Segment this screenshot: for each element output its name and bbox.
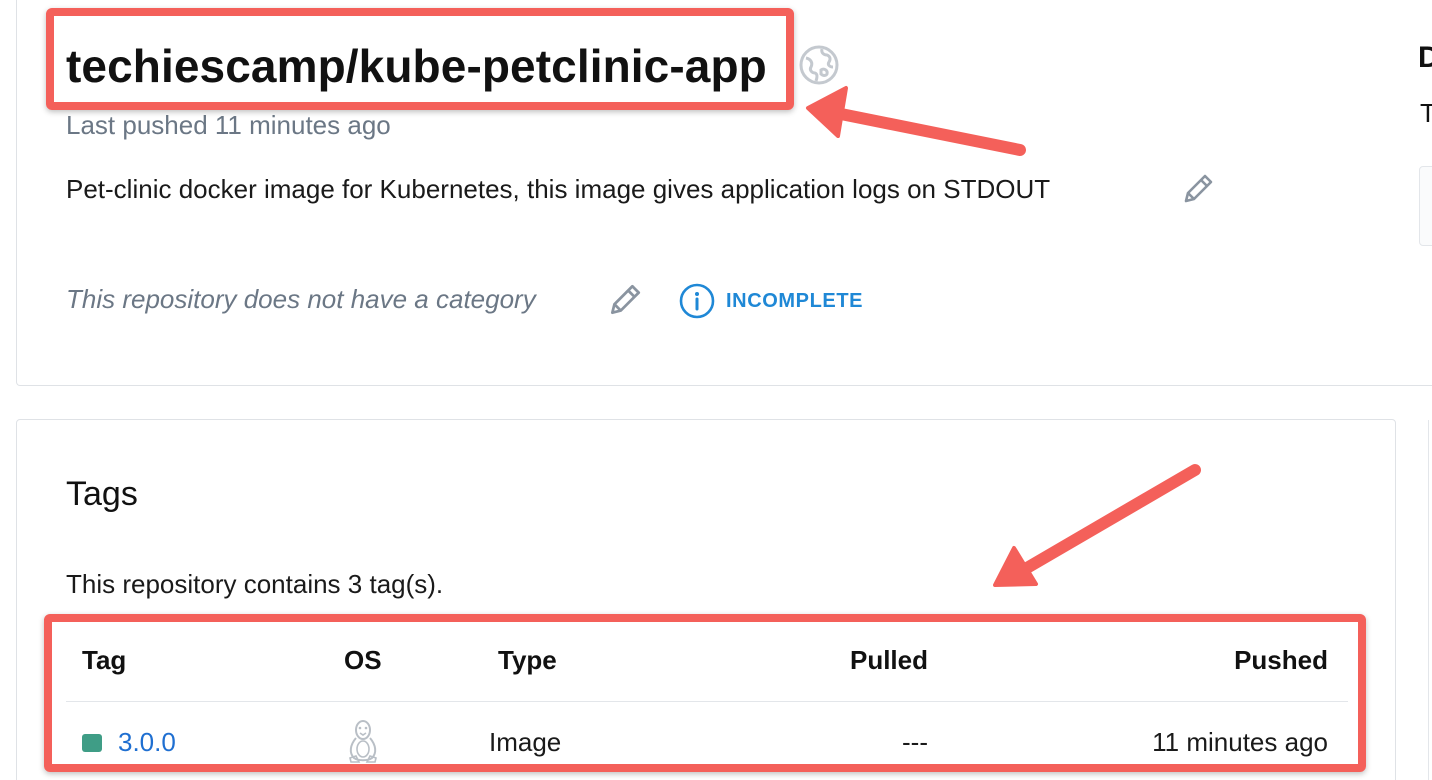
edit-description-pencil-icon[interactable] (1180, 171, 1216, 207)
info-icon (679, 283, 715, 319)
side-panel-heading: D (1418, 41, 1432, 74)
side-panel-text: T (1420, 98, 1432, 128)
repository-description: Pet-clinic docker image for Kubernetes, … (66, 174, 1051, 204)
table-highlight-box (44, 614, 1366, 772)
edit-category-pencil-icon[interactable] (606, 281, 644, 319)
side-panel-divider (1428, 420, 1429, 780)
title-highlight-box (46, 8, 794, 110)
repository-category-text: This repository does not have a category (66, 284, 536, 314)
incomplete-status-badge[interactable]: INCOMPLETE (726, 289, 863, 313)
tags-count-text: This repository contains 3 tag(s). (66, 569, 444, 599)
last-pushed-text: Last pushed 11 minutes ago (66, 110, 391, 140)
globe-icon (797, 43, 841, 87)
side-panel-box (1419, 166, 1432, 246)
tags-heading: Tags (66, 475, 138, 513)
